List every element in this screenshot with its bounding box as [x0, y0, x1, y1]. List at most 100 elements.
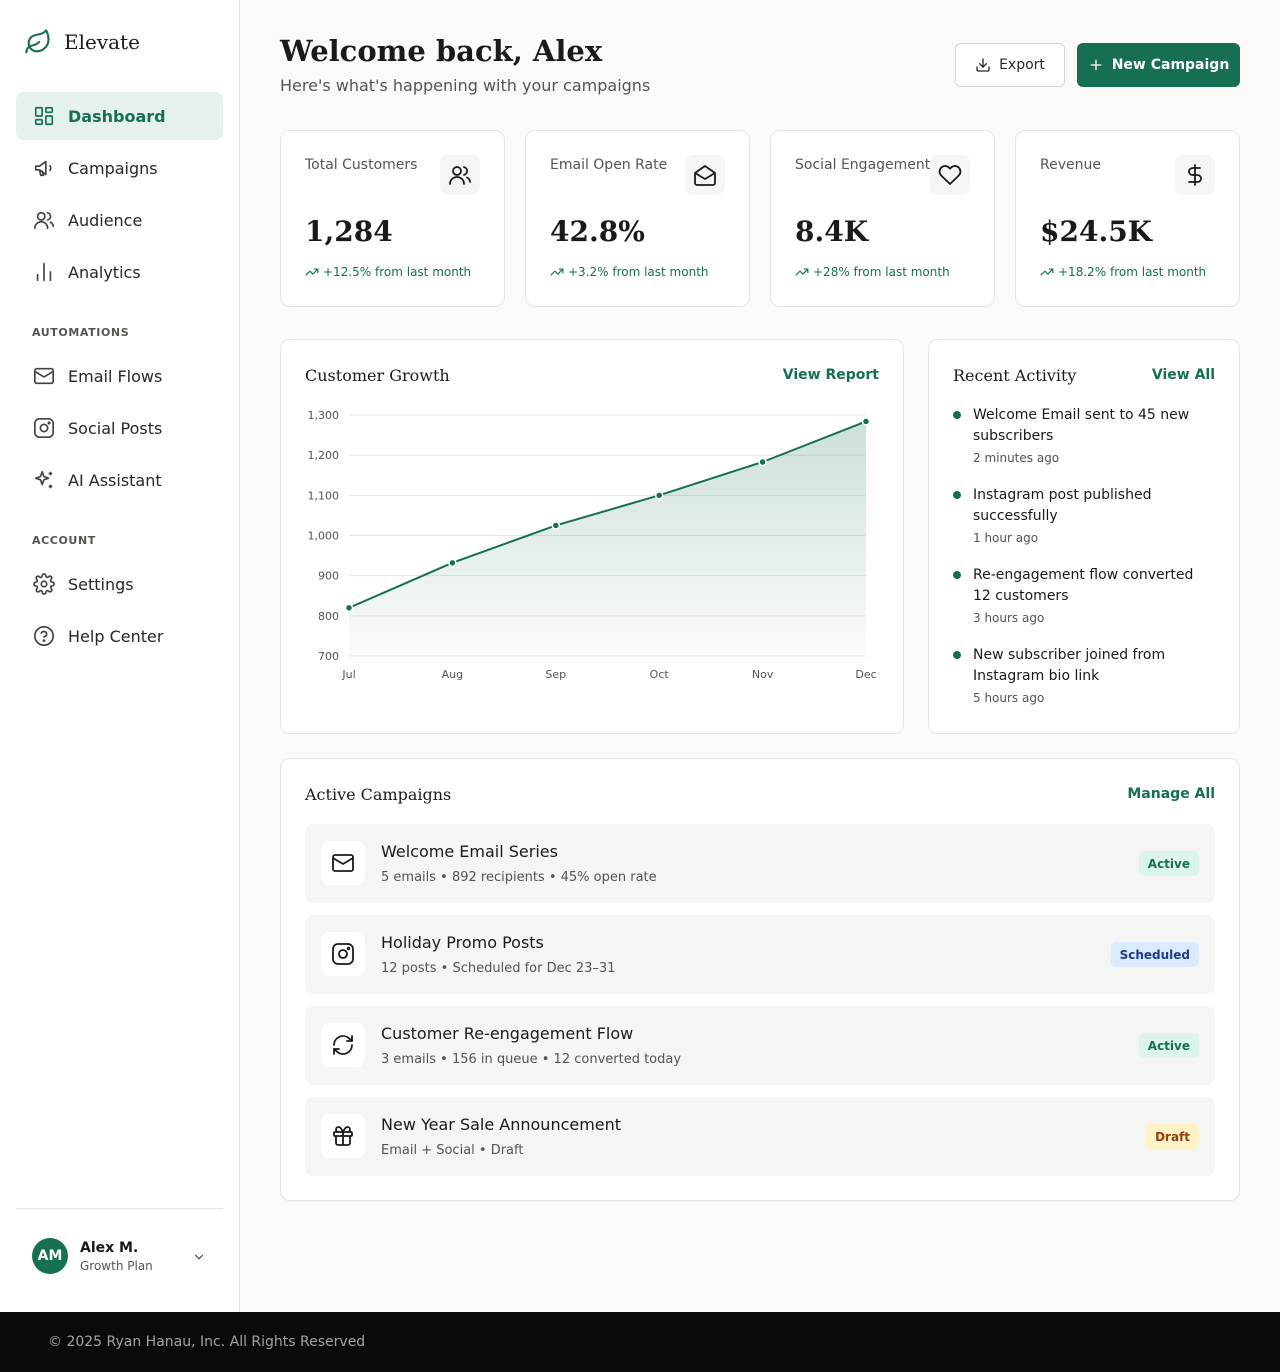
user-name: Alex M. — [80, 1239, 139, 1256]
stat-label: Email Open Rate — [550, 157, 668, 173]
instagram-icon — [321, 932, 365, 976]
campaign-name: Holiday Promo Posts — [381, 933, 544, 952]
sidebar-item-audience[interactable]: Audience — [16, 196, 223, 244]
sidebar-item-label: Dashboard — [68, 106, 166, 126]
sidebar: Elevate Dashboard Campaigns Audience Ana… — [0, 0, 240, 1312]
activity-time: 3 hours ago — [973, 611, 1045, 625]
instagram-icon — [32, 416, 56, 440]
stat-change: +12.5% from last month — [305, 265, 471, 279]
section-label-account: ACCOUNT — [32, 534, 96, 547]
mail-icon — [32, 364, 56, 388]
data-point — [344, 603, 354, 613]
campaign-meta: Email + Social • Draft — [381, 1143, 524, 1158]
activity-text: New subscriber joined from Instagram bio… — [973, 647, 1166, 684]
status-badge: Active — [1138, 1033, 1199, 1058]
footer: © 2025 Ryan Hanau, Inc. All Rights Reser… — [0, 1312, 1280, 1372]
sidebar-item-help-center[interactable]: Help Center — [16, 612, 223, 660]
stat-change: +3.2% from last month — [550, 265, 709, 279]
activity-item: Re-engagement flow converted 12 customer… — [953, 565, 1213, 625]
data-point — [551, 521, 561, 530]
card-title: Recent Activity — [953, 366, 1077, 385]
stat-change: +28% from last month — [795, 265, 950, 279]
heart-icon — [930, 155, 970, 195]
activity-text: Welcome Email sent to 45 new subscribers — [973, 407, 1190, 444]
user-menu[interactable]: AM Alex M. Growth Plan — [32, 1238, 212, 1274]
dollar-icon — [1175, 155, 1215, 195]
new-campaign-button[interactable]: New Campaign — [1077, 43, 1240, 87]
activity-item: New subscriber joined from Instagram bio… — [953, 645, 1213, 705]
campaign-meta: 3 emails • 156 in queue • 12 converted t… — [381, 1052, 682, 1067]
sidebar-item-label: Audience — [68, 210, 143, 230]
section-label-automations: AUTOMATIONS — [32, 326, 130, 339]
sidebar-item-campaigns[interactable]: Campaigns — [16, 144, 223, 192]
bar-chart-icon — [32, 260, 56, 284]
y-tick-label: 1,000 — [308, 530, 340, 543]
sidebar-item-analytics[interactable]: Analytics — [16, 248, 223, 296]
status-badge: Scheduled — [1110, 942, 1199, 967]
trending-up-icon — [1040, 265, 1054, 279]
export-label: Export — [999, 57, 1045, 73]
sidebar-item-label: Settings — [68, 574, 134, 594]
sidebar-item-label: Email Flows — [68, 366, 163, 386]
campaign-row[interactable]: Welcome Email Series 5 emails • 892 reci… — [305, 824, 1215, 903]
stat-change: +18.2% from last month — [1040, 265, 1206, 279]
page-title: Welcome back, Alex — [280, 34, 603, 68]
sidebar-item-ai-assistant[interactable]: AI Assistant — [16, 456, 223, 504]
brand[interactable]: Elevate — [24, 28, 140, 56]
campaign-name: Customer Re-engagement Flow — [381, 1024, 634, 1043]
avatar: AM — [32, 1238, 68, 1274]
y-tick-label: 1,100 — [308, 489, 340, 502]
view-report-link[interactable]: View Report — [783, 367, 879, 383]
brand-name: Elevate — [64, 30, 140, 54]
stat-card-engagement: Social Engagement 8.4K +28% from last mo… — [770, 130, 995, 307]
card-title: Active Campaigns — [305, 785, 452, 804]
refresh-icon — [321, 1023, 365, 1067]
y-tick-label: 900 — [318, 570, 339, 583]
export-button[interactable]: Export — [955, 43, 1065, 87]
sparkles-icon — [32, 468, 56, 492]
view-all-link[interactable]: View All — [1152, 367, 1215, 383]
sidebar-item-dashboard[interactable]: Dashboard — [16, 92, 223, 140]
growth-chart: 700 800 900 1,000 1,100 1,200 1,300 Jul Aug Sep Oc… — [308, 409, 877, 681]
chevron-down-icon[interactable] — [192, 1250, 206, 1264]
status-dot — [953, 571, 961, 579]
activity-time: 5 hours ago — [973, 691, 1045, 705]
x-tick-label: Dec — [855, 668, 876, 681]
sidebar-item-settings[interactable]: Settings — [16, 560, 223, 608]
stat-card-customers: Total Customers 1,284 +12.5% from last m… — [280, 130, 505, 307]
sidebar-item-label: AI Assistant — [68, 470, 162, 490]
campaign-row[interactable]: Customer Re-engagement Flow 3 emails • 1… — [305, 1006, 1215, 1085]
campaign-row[interactable]: Holiday Promo Posts 12 posts • Scheduled… — [305, 915, 1215, 994]
footer-text: © 2025 Ryan Hanau, Inc. All Rights Reser… — [48, 1334, 366, 1350]
plus-icon — [1088, 57, 1104, 73]
mail-icon — [321, 841, 365, 885]
download-icon — [975, 57, 991, 73]
sidebar-item-email-flows[interactable]: Email Flows — [16, 352, 223, 400]
x-tick-label: Aug — [442, 668, 463, 681]
campaign-name: Welcome Email Series — [381, 842, 558, 861]
data-point — [758, 457, 767, 467]
activity-item: Welcome Email sent to 45 new subscribers… — [953, 405, 1213, 465]
new-campaign-label: New Campaign — [1111, 57, 1230, 73]
campaign-meta: 12 posts • Scheduled for Dec 23–31 — [381, 961, 616, 976]
sidebar-item-label: Help Center — [68, 626, 164, 646]
activity-time: 2 minutes ago — [973, 451, 1060, 465]
trending-up-icon — [795, 265, 809, 279]
sidebar-item-social-posts[interactable]: Social Posts — [16, 404, 223, 452]
sidebar-item-label: Social Posts — [68, 418, 163, 438]
stat-card-revenue: Revenue $24.5K +18.2% from last month — [1015, 130, 1240, 307]
activity-text: Instagram post published successfully — [973, 487, 1152, 524]
x-tick-label: Nov — [752, 668, 774, 681]
stat-change-text: +28% from last month — [813, 265, 950, 279]
divider — [16, 1208, 223, 1209]
page-subtitle: Here's what's happening with your campai… — [280, 76, 651, 95]
status-dot — [953, 411, 961, 419]
campaign-row[interactable]: New Year Sale Announcement Email + Socia… — [305, 1097, 1215, 1176]
users-icon — [32, 208, 56, 232]
user-plan: Growth Plan — [80, 1258, 153, 1273]
dashboard-icon — [32, 104, 56, 128]
stat-value: 1,284 — [305, 215, 393, 248]
manage-all-link[interactable]: Manage All — [1127, 786, 1215, 802]
users-icon — [440, 155, 480, 195]
status-dot — [953, 491, 961, 499]
